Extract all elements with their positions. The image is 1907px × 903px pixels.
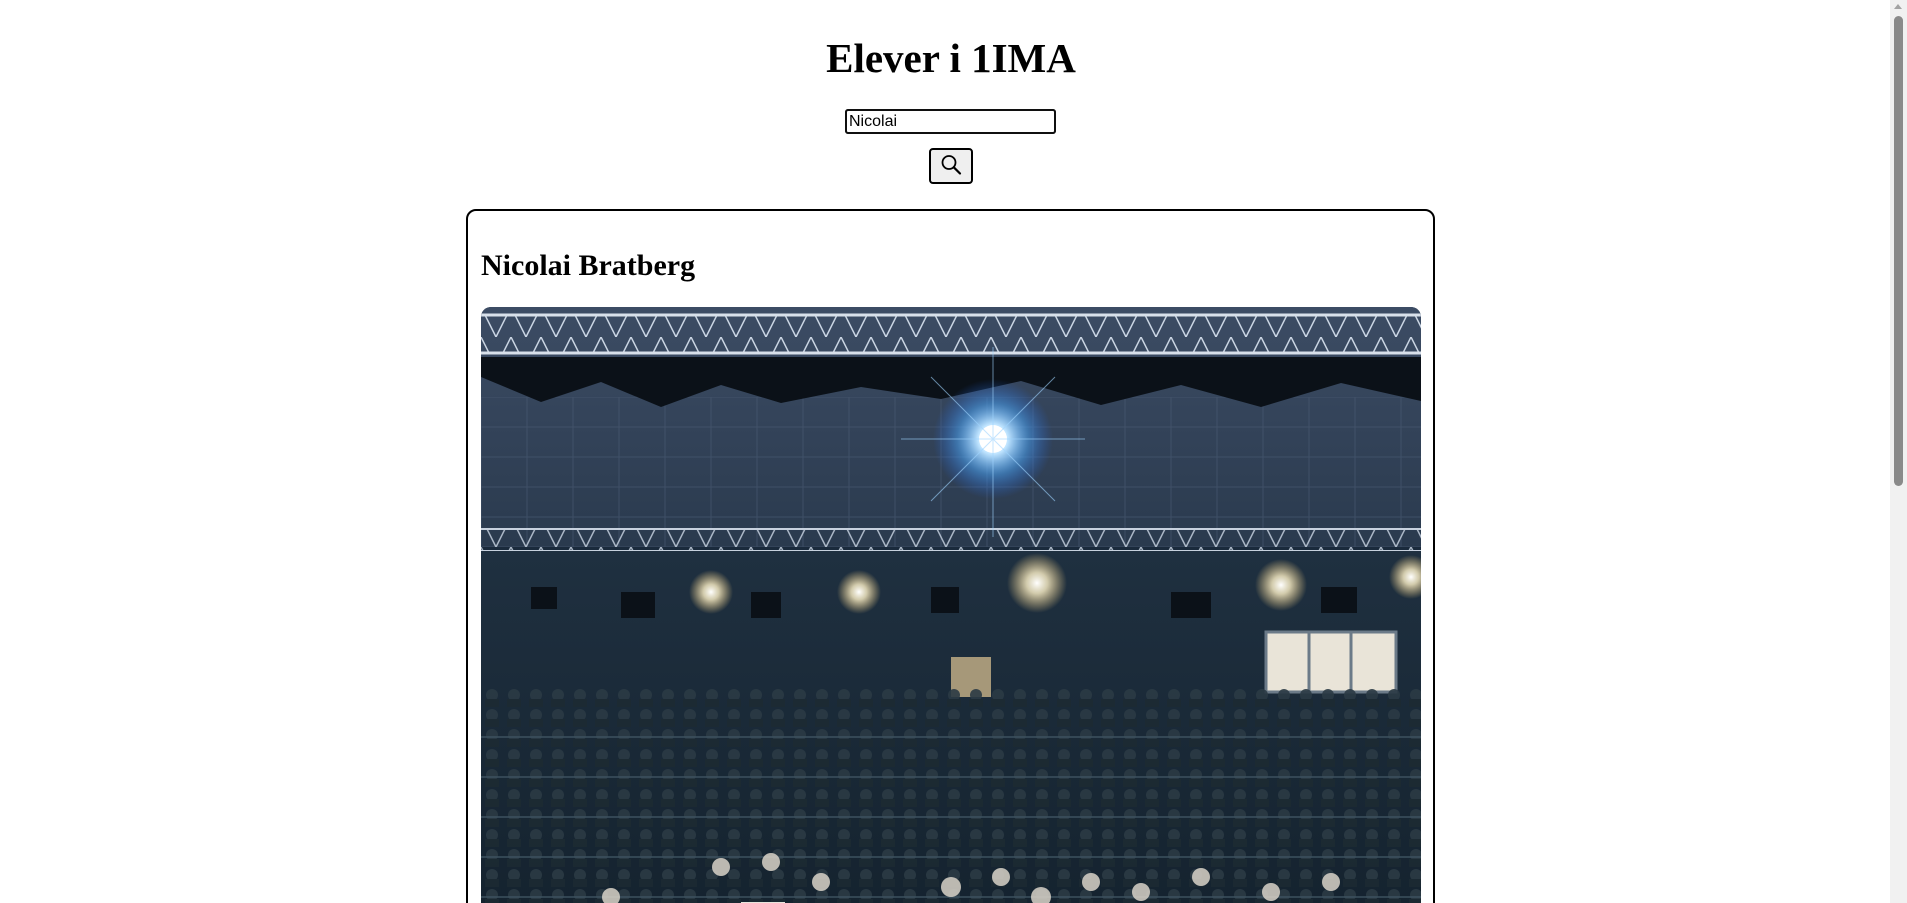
search-icon xyxy=(939,153,963,180)
student-photo xyxy=(481,307,1421,903)
page-title: Elever i 1IMA xyxy=(826,35,1076,81)
scrollbar-thumb[interactable] xyxy=(1894,16,1903,486)
student-name: Nicolai Bratberg xyxy=(481,249,696,282)
page: Elever i 1IMA Nicolai Bratberg xyxy=(0,0,1907,903)
search-button[interactable] xyxy=(929,148,973,184)
vertical-scrollbar[interactable] xyxy=(1890,0,1907,903)
student-card: Nicolai Bratberg xyxy=(466,209,1435,903)
scroll-up-arrow-icon[interactable] xyxy=(1894,4,1902,9)
search-input[interactable] xyxy=(845,109,1056,134)
